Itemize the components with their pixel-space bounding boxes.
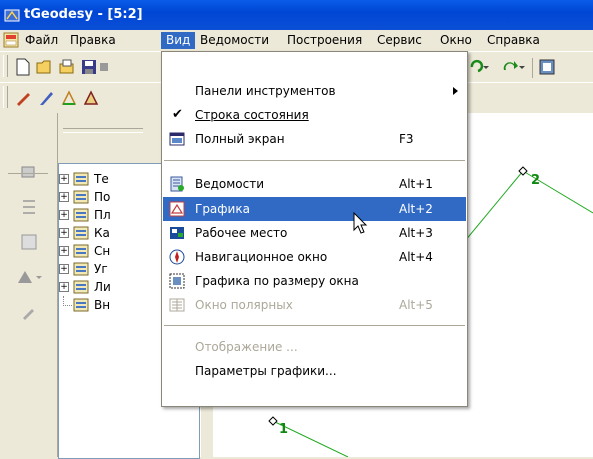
menu-item-statusbar[interactable]: ✔ Строка состояния	[163, 103, 466, 127]
window-title: tGeodesy - [5:2]	[24, 7, 143, 22]
menu-window[interactable]: Окно	[435, 32, 477, 49]
redo-icon[interactable]	[500, 58, 526, 76]
tree-connector	[63, 296, 72, 306]
point-marker[interactable]	[268, 416, 278, 426]
folder-icon	[73, 262, 89, 276]
edit-icon[interactable]	[20, 303, 38, 321]
shape-dropdown-icon[interactable]	[16, 268, 44, 286]
toolbar-grip[interactable]	[3, 55, 8, 77]
folder-icon	[73, 298, 89, 312]
file-menu-icon[interactable]	[3, 32, 19, 48]
menu-item-display[interactable]: Отображение ...	[163, 335, 466, 359]
fit-window-icon	[169, 273, 185, 289]
menu-item-graphics[interactable]: Графика Alt+2	[163, 197, 466, 221]
menu-item-navigator[interactable]: Навигационное окно Alt+4	[163, 245, 466, 269]
menu-statements[interactable]: Ведомости	[195, 32, 274, 49]
map-icon[interactable]	[20, 233, 38, 251]
menu-item-statements[interactable]: Ведомости Alt+1	[163, 172, 466, 196]
point-label: 2	[531, 173, 541, 188]
expand-icon[interactable]: +	[59, 246, 69, 256]
folder-icon	[73, 226, 89, 240]
submenu-arrow-icon	[453, 87, 458, 95]
point-label: 1	[279, 422, 289, 437]
panel-handle[interactable]	[63, 128, 143, 133]
checkmark-icon: ✔	[172, 107, 183, 122]
menu-item-workspace[interactable]: Рабочее место Alt+3	[163, 221, 466, 245]
folder-icon	[73, 190, 89, 204]
navigator-icon	[169, 249, 185, 265]
folder-icon	[73, 172, 89, 186]
menu-bar: Файл Правка Вид Ведомости Построения Сер…	[0, 30, 593, 51]
polar-window-icon	[169, 298, 185, 312]
pen-icon[interactable]	[14, 89, 32, 107]
print-icon[interactable]	[100, 58, 108, 76]
menu-file[interactable]: Файл	[20, 32, 63, 49]
statements-icon	[170, 176, 184, 192]
grid-icon[interactable]	[20, 198, 38, 216]
workspace-icon	[170, 227, 184, 239]
fullscreen-icon	[169, 132, 185, 146]
new-file-icon[interactable]	[14, 58, 32, 76]
measure-icon[interactable]	[60, 89, 78, 107]
menu-constructions[interactable]: Построения	[282, 32, 367, 49]
open-recent-icon[interactable]	[58, 58, 76, 76]
menu-help[interactable]: Справка	[482, 32, 545, 49]
expand-icon[interactable]: +	[59, 228, 69, 238]
expand-icon[interactable]: +	[59, 210, 69, 220]
toolbar-grip[interactable]	[3, 86, 8, 108]
open-folder-icon[interactable]	[36, 58, 54, 76]
folder-icon	[73, 244, 89, 258]
menu-separator	[164, 325, 465, 326]
view-menu-dropdown: Панели инструментов ✔ Строка состояния П…	[161, 51, 468, 407]
toolbar-divider	[532, 58, 533, 78]
folder-icon	[73, 280, 89, 294]
title-bar: tGeodesy - [5:2]	[0, 0, 593, 30]
graphics-icon	[169, 201, 185, 217]
layer-icon[interactable]	[20, 163, 38, 181]
triangle-icon[interactable]	[82, 89, 100, 107]
tool-icon[interactable]	[538, 58, 556, 76]
menu-item-polar-window[interactable]: Окно полярных Alt+5	[163, 293, 466, 317]
folder-icon	[73, 208, 89, 222]
undo-icon[interactable]	[468, 58, 494, 76]
expand-icon[interactable]: +	[59, 174, 69, 184]
expand-icon[interactable]: +	[59, 264, 69, 274]
menu-service[interactable]: Сервис	[372, 32, 427, 49]
menu-item-graphics-params[interactable]: Параметры графики...	[163, 359, 466, 383]
app-icon	[4, 9, 20, 22]
menu-edit[interactable]: Правка	[65, 32, 121, 49]
left-tool-panel	[0, 113, 58, 457]
expand-icon[interactable]: +	[59, 282, 69, 292]
save-icon[interactable]	[80, 58, 98, 76]
panel-divider	[8, 173, 48, 174]
menu-view[interactable]: Вид	[161, 32, 196, 49]
menu-separator	[164, 160, 465, 161]
expand-icon[interactable]: +	[59, 192, 69, 202]
menu-item-fit-graphics[interactable]: Графика по размеру окна	[163, 269, 466, 293]
menu-item-toolbars[interactable]: Панели инструментов	[163, 79, 466, 103]
brush-icon[interactable]	[38, 89, 56, 107]
menu-item-fullscreen[interactable]: Полный экран F3	[163, 127, 466, 151]
mouse-cursor-icon	[353, 212, 368, 234]
